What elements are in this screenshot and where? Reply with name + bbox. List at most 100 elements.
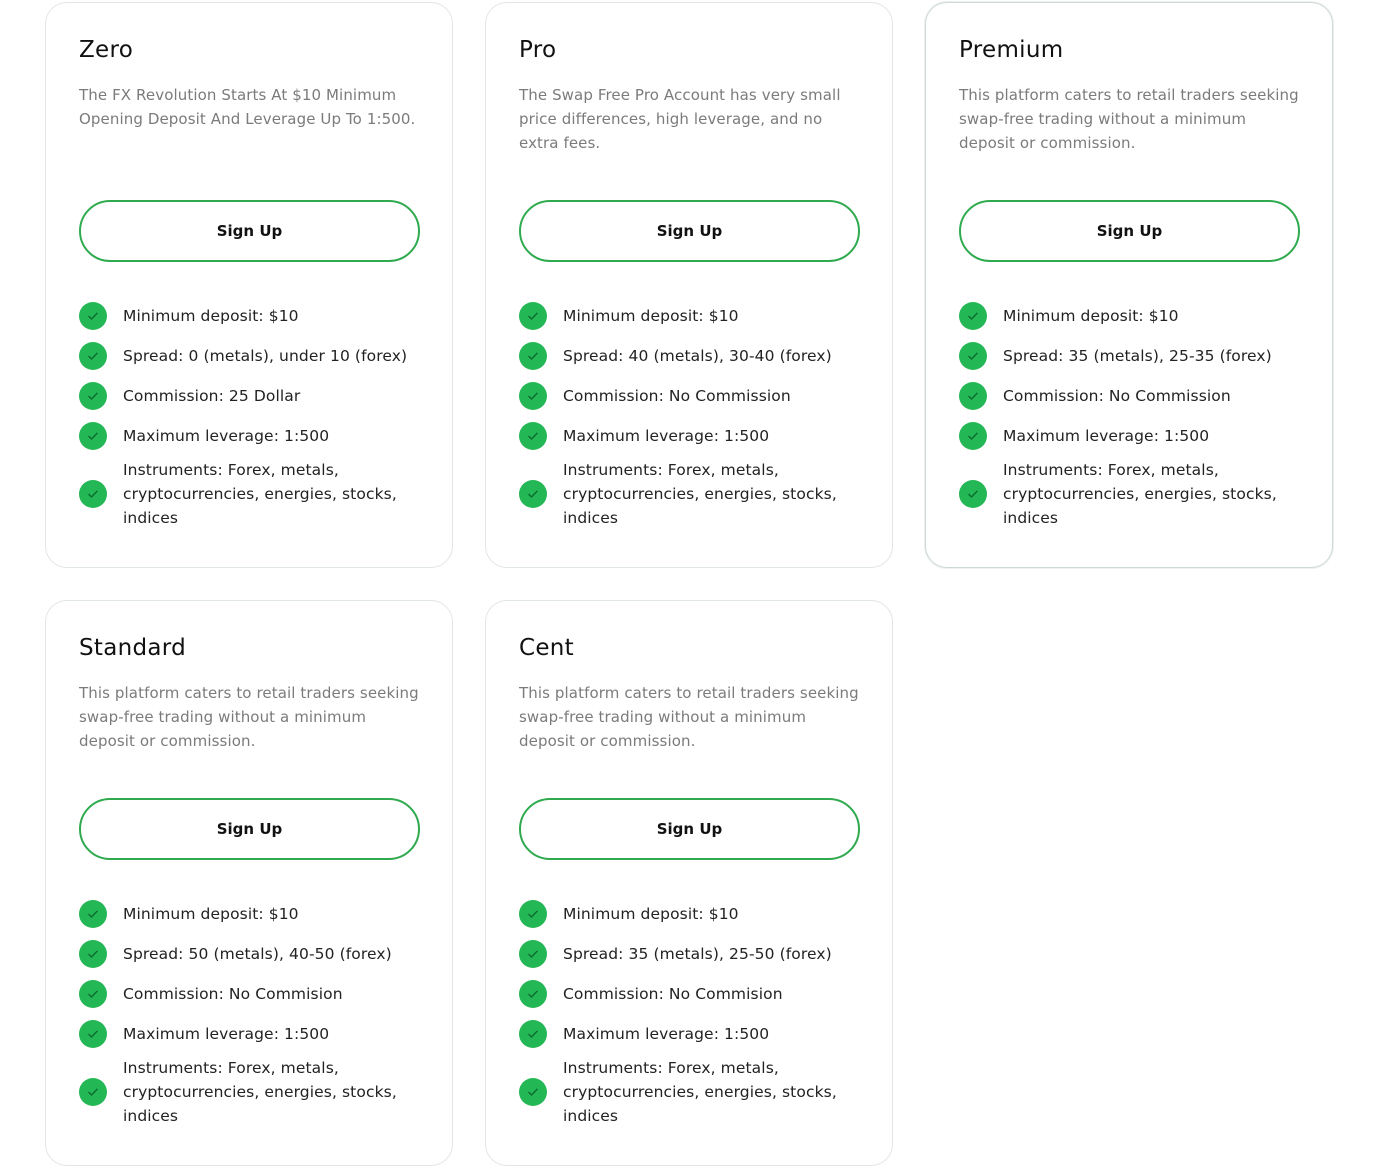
feature-text: Minimum deposit: $10 bbox=[1003, 307, 1179, 325]
feature-text: Commission: No Commision bbox=[563, 985, 783, 1003]
feature-item: Commission: No Commision bbox=[79, 974, 424, 1014]
plan-title: Zero bbox=[79, 37, 134, 63]
feature-text: Spread: 40 (metals), 30-40 (forex) bbox=[563, 347, 832, 365]
check-circle-icon bbox=[79, 900, 107, 928]
feature-item: Spread: 50 (metals), 40-50 (forex) bbox=[79, 934, 424, 974]
feature-list: Minimum deposit: $10 Spread: 40 (metals)… bbox=[519, 296, 864, 530]
feature-item: Maximum leverage: 1:500 bbox=[519, 1014, 864, 1054]
feature-item: Commission: No Commission bbox=[519, 376, 864, 416]
feature-list: Minimum deposit: $10 Spread: 35 (metals)… bbox=[959, 296, 1304, 530]
feature-text: Minimum deposit: $10 bbox=[563, 905, 739, 923]
feature-item: Minimum deposit: $10 bbox=[519, 296, 864, 336]
plan-description: The Swap Free Pro Account has very small… bbox=[519, 86, 841, 152]
feature-text: Commission: No Commision bbox=[123, 985, 343, 1003]
feature-text: Commission: No Commission bbox=[1003, 387, 1231, 405]
check-circle-icon bbox=[519, 342, 547, 370]
feature-text: Maximum leverage: 1:500 bbox=[1003, 427, 1210, 445]
plan-card-pro: Pro The Swap Free Pro Account has very s… bbox=[485, 2, 893, 568]
feature-list: Minimum deposit: $10 Spread: 50 (metals)… bbox=[79, 894, 424, 1128]
feature-text: Instruments: Forex, metals, cryptocurren… bbox=[563, 461, 837, 527]
feature-text: Commission: No Commission bbox=[563, 387, 791, 405]
plan-card-zero: Zero The FX Revolution Starts At $10 Min… bbox=[45, 2, 453, 568]
check-circle-icon bbox=[79, 940, 107, 968]
feature-text: Instruments: Forex, metals, cryptocurren… bbox=[123, 461, 397, 527]
plan-description: This platform caters to retail traders s… bbox=[519, 684, 859, 750]
feature-text: Maximum leverage: 1:500 bbox=[123, 427, 330, 445]
check-circle-icon bbox=[959, 382, 987, 410]
feature-item: Instruments: Forex, metals, cryptocurren… bbox=[519, 458, 864, 530]
check-circle-icon bbox=[959, 422, 987, 450]
feature-item: Spread: 0 (metals), under 10 (forex) bbox=[79, 336, 424, 376]
feature-item: Spread: 35 (metals), 25-50 (forex) bbox=[519, 934, 864, 974]
plan-card-cent: Cent This platform caters to retail trad… bbox=[485, 600, 893, 1166]
feature-item: Minimum deposit: $10 bbox=[959, 296, 1304, 336]
check-circle-icon bbox=[519, 1020, 547, 1048]
feature-text: Spread: 50 (metals), 40-50 (forex) bbox=[123, 945, 392, 963]
feature-text: Maximum leverage: 1:500 bbox=[123, 1025, 330, 1043]
check-circle-icon bbox=[519, 940, 547, 968]
check-circle-icon bbox=[79, 342, 107, 370]
feature-item: Instruments: Forex, metals, cryptocurren… bbox=[519, 1056, 864, 1128]
feature-item: Commission: No Commision bbox=[519, 974, 864, 1014]
feature-text: Commission: 25 Dollar bbox=[123, 387, 301, 405]
check-circle-icon bbox=[79, 382, 107, 410]
feature-item: Maximum leverage: 1:500 bbox=[959, 416, 1304, 456]
plan-title: Premium bbox=[959, 37, 1064, 63]
plan-description: This platform caters to retail traders s… bbox=[79, 684, 419, 750]
feature-text: Instruments: Forex, metals, cryptocurren… bbox=[1003, 461, 1277, 527]
check-circle-icon bbox=[79, 422, 107, 450]
sign-up-button[interactable]: Sign Up bbox=[79, 200, 420, 262]
feature-text: Instruments: Forex, metals, cryptocurren… bbox=[123, 1059, 397, 1125]
feature-list: Minimum deposit: $10 Spread: 35 (metals)… bbox=[519, 894, 864, 1128]
feature-item: Instruments: Forex, metals, cryptocurren… bbox=[79, 458, 424, 530]
feature-item: Spread: 35 (metals), 25-35 (forex) bbox=[959, 336, 1304, 376]
plan-card-premium: Premium This platform caters to retail t… bbox=[925, 2, 1333, 568]
feature-item: Maximum leverage: 1:500 bbox=[79, 416, 424, 456]
plan-description: This platform caters to retail traders s… bbox=[959, 86, 1299, 152]
check-circle-icon bbox=[79, 980, 107, 1008]
pricing-page: Zero The FX Revolution Starts At $10 Min… bbox=[0, 0, 1394, 1172]
feature-item: Minimum deposit: $10 bbox=[79, 296, 424, 336]
feature-text: Instruments: Forex, metals, cryptocurren… bbox=[563, 1059, 837, 1125]
check-circle-icon bbox=[519, 382, 547, 410]
feature-item: Minimum deposit: $10 bbox=[79, 894, 424, 934]
feature-item: Instruments: Forex, metals, cryptocurren… bbox=[79, 1056, 424, 1128]
feature-text: Minimum deposit: $10 bbox=[123, 307, 299, 325]
sign-up-button[interactable]: Sign Up bbox=[519, 200, 860, 262]
check-circle-icon bbox=[79, 302, 107, 330]
feature-text: Minimum deposit: $10 bbox=[123, 905, 299, 923]
check-circle-icon bbox=[519, 1078, 547, 1106]
sign-up-button[interactable]: Sign Up bbox=[519, 798, 860, 860]
feature-item: Minimum deposit: $10 bbox=[519, 894, 864, 934]
check-circle-icon bbox=[519, 980, 547, 1008]
feature-text: Maximum leverage: 1:500 bbox=[563, 427, 770, 445]
plan-card-standard: Standard This platform caters to retail … bbox=[45, 600, 453, 1166]
sign-up-button[interactable]: Sign Up bbox=[79, 798, 420, 860]
check-circle-icon bbox=[959, 302, 987, 330]
sign-up-button[interactable]: Sign Up bbox=[959, 200, 1300, 262]
check-circle-icon bbox=[519, 900, 547, 928]
feature-item: Commission: 25 Dollar bbox=[79, 376, 424, 416]
feature-item: Commission: No Commission bbox=[959, 376, 1304, 416]
feature-text: Maximum leverage: 1:500 bbox=[563, 1025, 770, 1043]
check-circle-icon bbox=[519, 480, 547, 508]
check-circle-icon bbox=[519, 302, 547, 330]
check-circle-icon bbox=[519, 422, 547, 450]
plan-title: Pro bbox=[519, 37, 557, 63]
feature-item: Maximum leverage: 1:500 bbox=[519, 416, 864, 456]
feature-text: Minimum deposit: $10 bbox=[563, 307, 739, 325]
feature-item: Maximum leverage: 1:500 bbox=[79, 1014, 424, 1054]
feature-item: Spread: 40 (metals), 30-40 (forex) bbox=[519, 336, 864, 376]
feature-text: Spread: 35 (metals), 25-35 (forex) bbox=[1003, 347, 1272, 365]
check-circle-icon bbox=[79, 1078, 107, 1106]
plan-title: Standard bbox=[79, 635, 187, 661]
check-circle-icon bbox=[959, 342, 987, 370]
plan-title: Cent bbox=[519, 635, 575, 661]
feature-item: Instruments: Forex, metals, cryptocurren… bbox=[959, 458, 1304, 530]
check-circle-icon bbox=[79, 1020, 107, 1048]
feature-list: Minimum deposit: $10 Spread: 0 (metals),… bbox=[79, 296, 424, 530]
plan-description: The FX Revolution Starts At $10 Minimum … bbox=[79, 86, 416, 128]
feature-text: Spread: 35 (metals), 25-50 (forex) bbox=[563, 945, 832, 963]
check-circle-icon bbox=[959, 480, 987, 508]
check-circle-icon bbox=[79, 480, 107, 508]
